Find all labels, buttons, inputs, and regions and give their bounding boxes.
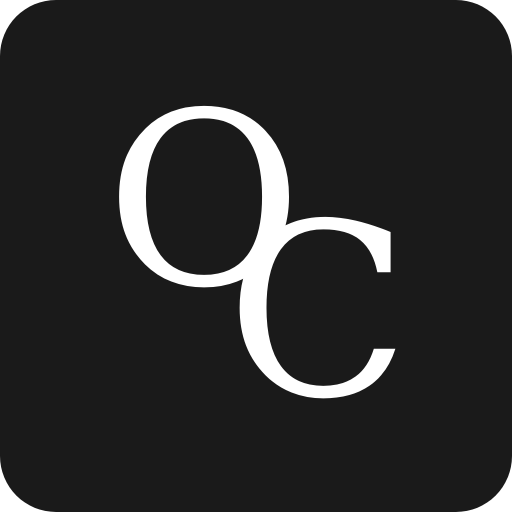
monogram-letter-c: C: [226, 172, 410, 452]
monogram-logo: O C: [106, 61, 410, 452]
app-icon: O C: [0, 0, 512, 512]
